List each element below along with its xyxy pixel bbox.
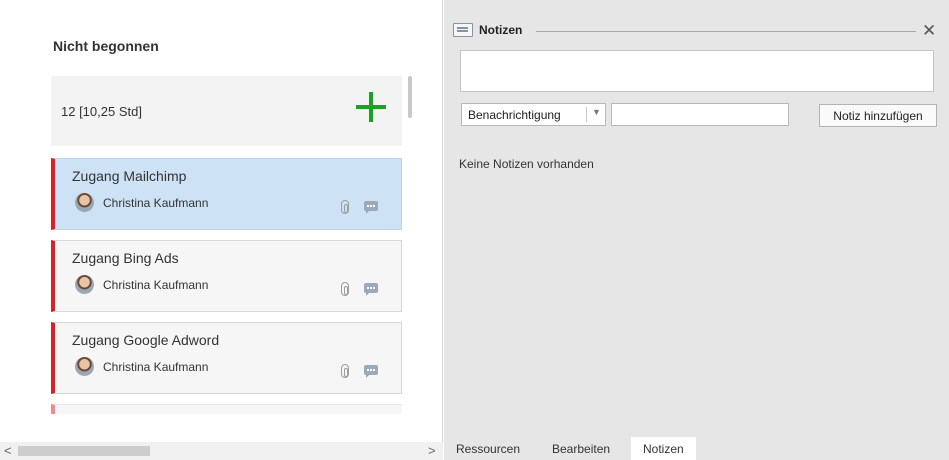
column-title: Nicht begonnen bbox=[53, 38, 159, 54]
task-card[interactable]: Zugang Mailchimp Christina Kaufmann bbox=[51, 158, 402, 230]
empty-notes-message: Keine Notizen vorhanden bbox=[459, 157, 594, 171]
add-task-icon[interactable] bbox=[354, 90, 388, 124]
task-count-hours: 12 [10,25 Std] bbox=[61, 104, 142, 119]
comment-icon[interactable] bbox=[364, 201, 378, 214]
avatar bbox=[75, 357, 94, 376]
add-note-button[interactable]: Notiz hinzufügen bbox=[819, 104, 937, 127]
chevron-down-icon[interactable]: ▼ bbox=[592, 107, 601, 117]
scroll-left-icon[interactable]: < bbox=[4, 443, 12, 458]
divider bbox=[536, 31, 916, 32]
vertical-scrollbar-thumb[interactable] bbox=[408, 76, 412, 118]
avatar bbox=[75, 275, 94, 294]
task-card[interactable]: Zugang Bing Ads Christina Kaufmann bbox=[51, 240, 402, 312]
select-value: Benachrichtigung bbox=[468, 108, 561, 122]
divider bbox=[586, 107, 587, 122]
recipient-input[interactable] bbox=[611, 103, 789, 126]
task-card-partial[interactable] bbox=[51, 404, 402, 414]
comment-icon[interactable] bbox=[364, 283, 378, 296]
attachment-icon[interactable] bbox=[341, 200, 349, 214]
task-title: Zugang Bing Ads bbox=[72, 250, 179, 266]
notes-icon bbox=[453, 23, 473, 37]
horizontal-scrollbar-thumb[interactable] bbox=[18, 446, 150, 456]
comment-icon[interactable] bbox=[364, 365, 378, 378]
close-icon[interactable]: ✕ bbox=[922, 21, 936, 41]
tab-bearbeiten[interactable]: Bearbeiten bbox=[540, 437, 622, 460]
tab-notizen[interactable]: Notizen bbox=[631, 437, 696, 460]
task-title: Zugang Google Adword bbox=[72, 332, 220, 348]
task-card[interactable]: Zugang Google Adword Christina Kaufmann bbox=[51, 322, 402, 394]
assignee-name: Christina Kaufmann bbox=[103, 278, 209, 292]
attachment-icon[interactable] bbox=[341, 364, 349, 378]
tab-ressourcen[interactable]: Ressourcen bbox=[444, 437, 532, 460]
task-title: Zugang Mailchimp bbox=[72, 168, 187, 184]
panel-title: Notizen bbox=[479, 23, 523, 37]
kanban-column: Nicht begonnen 12 [10,25 Std] Zugang Mai… bbox=[0, 0, 443, 460]
notes-panel: Notizen ✕ Benachrichtigung ▼ Notiz hinzu… bbox=[444, 0, 949, 460]
assignee-name: Christina Kaufmann bbox=[103, 196, 209, 210]
horizontal-scrollbar[interactable]: < > bbox=[0, 442, 443, 460]
scroll-right-icon[interactable]: > bbox=[428, 443, 436, 458]
avatar bbox=[75, 193, 94, 212]
note-textarea[interactable] bbox=[460, 50, 934, 92]
notes-header: Notizen ✕ bbox=[444, 18, 949, 42]
attachment-icon[interactable] bbox=[341, 282, 349, 296]
notification-type-select[interactable]: Benachrichtigung ▼ bbox=[461, 103, 606, 126]
assignee-name: Christina Kaufmann bbox=[103, 360, 209, 374]
column-summary: 12 [10,25 Std] bbox=[51, 76, 402, 146]
